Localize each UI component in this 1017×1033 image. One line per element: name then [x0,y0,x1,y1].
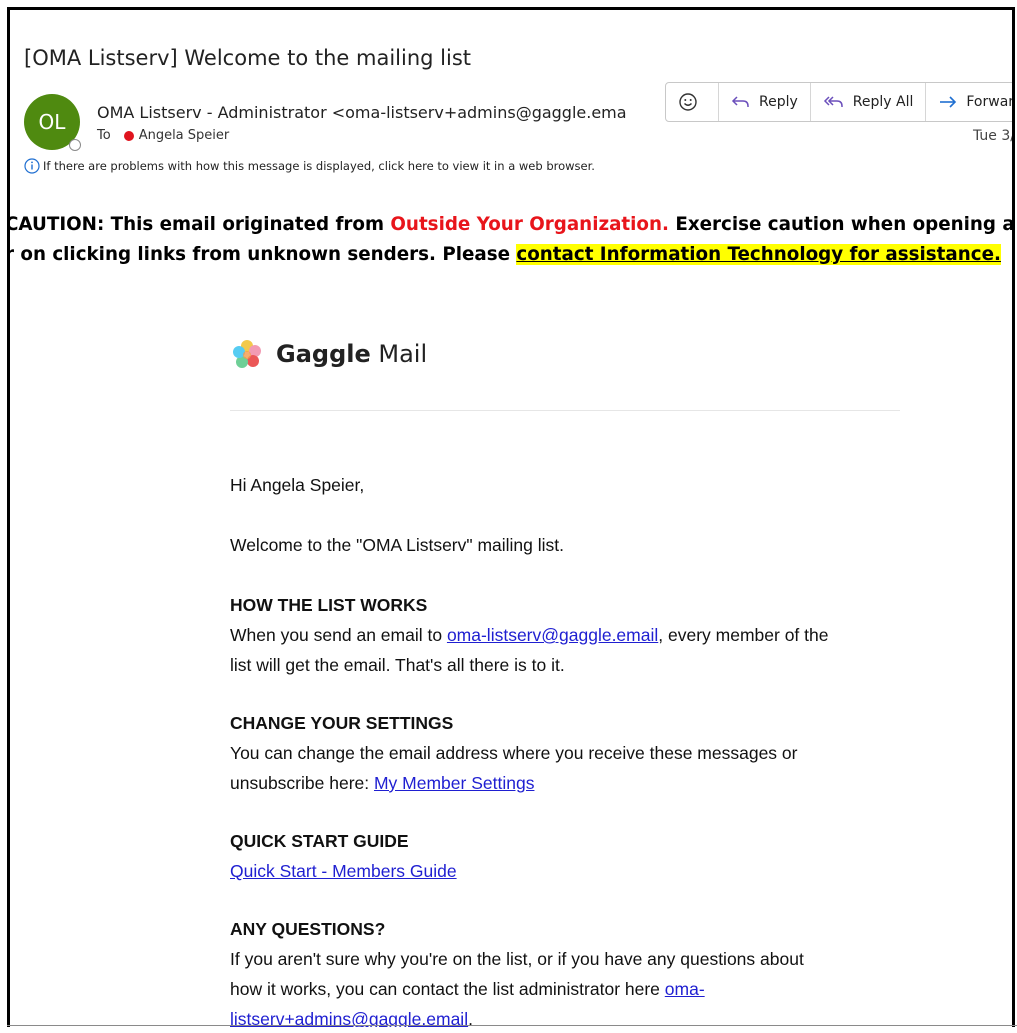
caution-text-2: r on clicking links from unknown senders… [7,244,517,265]
message-body: Hi Angela Speier, Welcome to the "OMA Li… [230,470,910,1027]
settings-text: You can change the email address where y… [230,743,798,763]
settings-text-2: unsubscribe here: My Member Settings [230,768,910,798]
caution-text: CAUTION: This email originated from [7,214,391,235]
brand-name-light: Mail [370,340,428,368]
settings-prefix: unsubscribe here: [230,773,374,793]
forward-button[interactable]: Forward [926,83,1014,121]
info-icon [24,158,40,174]
reply-all-icon [823,94,845,110]
contact-it-link[interactable]: contact Information Technology for assis… [516,244,1001,265]
reply-label: Reply [759,94,798,110]
list-email-link[interactable]: oma-listserv@gaggle.email [447,625,658,645]
avatar-initials: OL [38,110,66,134]
how-list-works-text: When you send an email to oma-listserv@g… [230,620,910,650]
change-settings-heading: CHANGE YOUR SETTINGS [230,713,454,733]
how-list-works-text-2: list will get the email. That's all ther… [230,655,565,675]
email-window: [OMA Listserv] Welcome to the mailing li… [7,7,1015,1027]
questions-text-2: how it works, you can contact the list a… [230,974,910,1004]
admin-email-link-part1[interactable]: oma- [665,979,705,999]
reply-all-label: Reply All [852,94,914,110]
reply-all-button[interactable]: Reply All [811,83,927,121]
to-label: To [97,128,111,143]
caution-line-1: CAUTION: This email originated from Outs… [7,210,1015,240]
email-subject: [OMA Listserv] Welcome to the mailing li… [24,46,471,70]
quick-start-heading: QUICK START GUIDE [230,831,409,851]
forward-label: Forward [966,94,1014,110]
reply-icon [731,94,751,110]
brand-name-bold: Gaggle [276,340,371,368]
smiley-icon [678,92,698,112]
how-text-after: , every member of the [658,625,829,645]
questions-text-3: listserv+admins@gaggle.email. [230,1004,910,1027]
brand-name: Gaggle Mail [276,340,427,368]
external-caution-banner: CAUTION: This email originated from Outs… [7,210,1015,270]
forward-arrow-icon [938,94,958,110]
header-divider [230,410,900,411]
quick-start-guide-link[interactable]: Quick Start - Members Guide [230,861,457,881]
gaggle-mail-logo: Gaggle Mail [230,337,427,371]
questions-prefix: how it works, you can contact the list a… [230,979,665,999]
bottom-border [7,1025,1017,1026]
how-text-before: When you send an email to [230,625,447,645]
message-actions-toolbar: Reply Reply All Forward [665,82,1014,122]
caution-line-2: r on clicking links from unknown senders… [7,240,1012,270]
sender-address[interactable]: OMA Listserv - Administrator <oma-listse… [97,103,627,122]
welcome-line: Welcome to the "OMA Listserv" mailing li… [230,535,565,555]
caution-text-cont: Exercise caution when opening attac [675,214,1015,235]
emoji-reaction-button[interactable] [666,83,719,121]
recipient-row: To Angela Speier [97,128,229,143]
recipient-status-icon [123,130,134,141]
gaggle-logo-icon [233,340,261,368]
member-settings-link[interactable]: My Member Settings [374,773,534,793]
quick-start-row: Quick Start - Members Guide [230,856,910,886]
received-date: Tue 3/5 [973,128,1015,144]
recipient-name[interactable]: Angela Speier [139,128,230,143]
display-problems-notice[interactable]: If there are problems with how this mess… [24,158,595,174]
questions-heading: ANY QUESTIONS? [230,919,386,939]
how-list-works-heading: HOW THE LIST WORKS [230,595,428,615]
presence-status-icon [69,139,81,151]
info-notice-text: If there are problems with how this mess… [43,159,595,173]
reply-button[interactable]: Reply [719,83,811,121]
greeting: Hi Angela Speier, [230,475,365,495]
caution-outside-org: Outside Your Organization. [390,214,669,235]
questions-text: If you aren't sure why you're on the lis… [230,949,804,969]
